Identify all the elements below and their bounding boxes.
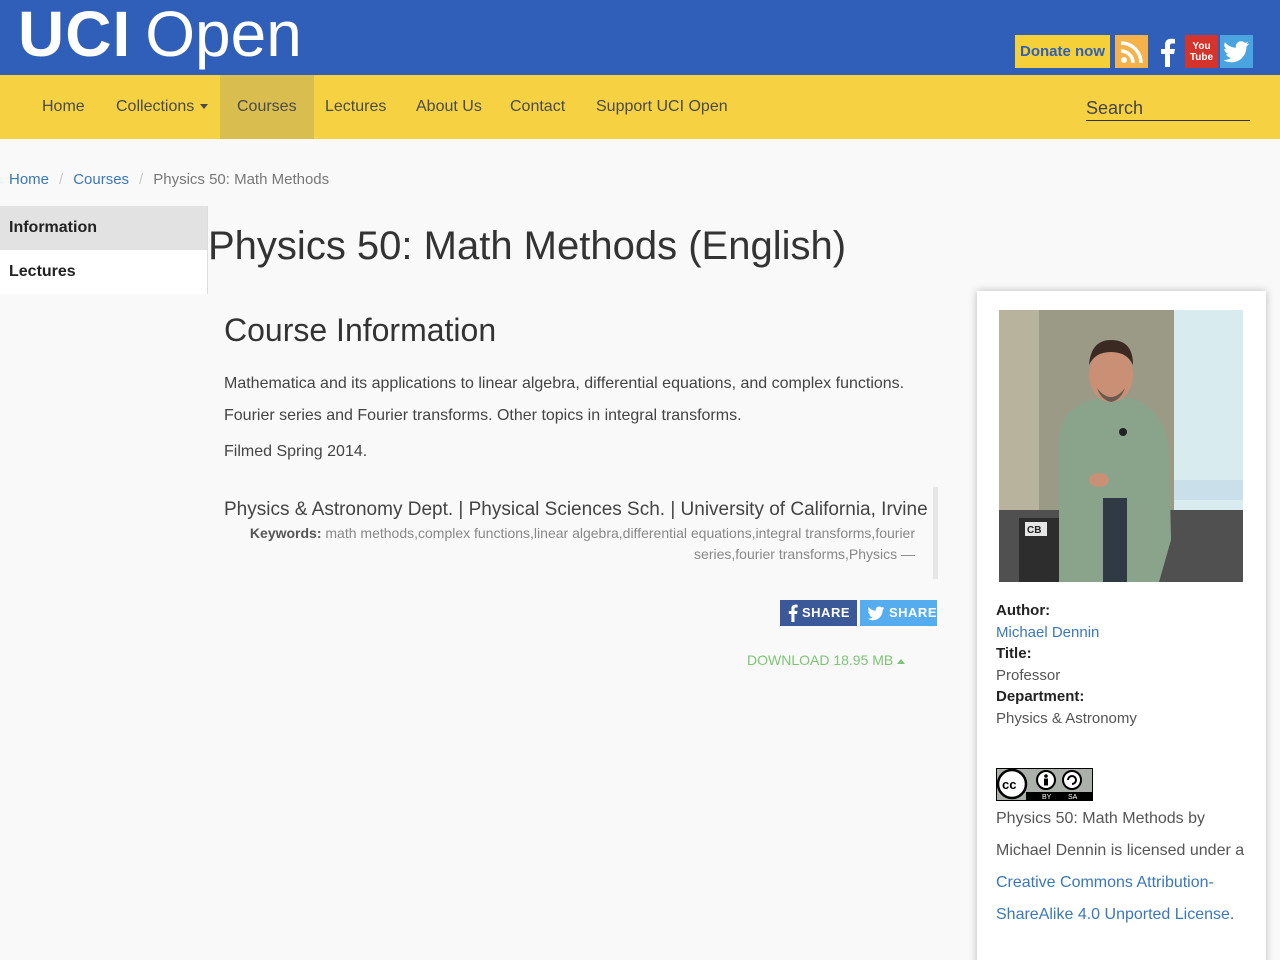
download-link[interactable]: DOWNLOAD 18.95 MB: [747, 652, 906, 668]
photo-sign-text: CB: [1027, 525, 1041, 536]
nav-home[interactable]: Home: [25, 75, 102, 139]
facebook-icon[interactable]: [1150, 35, 1183, 68]
license-text: Physics 50: Math Methods by Michael Denn…: [996, 803, 1246, 931]
nav-collections[interactable]: Collections: [99, 75, 225, 139]
twitter-share-button[interactable]: SHARE: [860, 600, 937, 626]
nav-about-us[interactable]: About Us: [399, 75, 499, 139]
download-label: DOWNLOAD 18.95 MB: [747, 652, 894, 668]
department-label: Department:: [996, 688, 1085, 705]
author-meta: Author: Michael Dennin Title: Professor …: [996, 600, 1137, 729]
side-tabs: Information Lectures: [0, 206, 208, 294]
author-title: Professor: [996, 666, 1061, 684]
facebook-share-label: SHARE: [802, 605, 851, 620]
caret-up-icon: [897, 658, 906, 664]
author-department: Physics & Astronomy: [996, 709, 1137, 727]
keywords: Keywords: math methods,complex functions…: [224, 523, 915, 565]
section-title: Course Information: [224, 312, 497, 348]
youtube-icon[interactable]: You Tube: [1185, 35, 1218, 68]
license-link[interactable]: Creative Commons Attribution-ShareAlike …: [996, 874, 1230, 923]
tab-information[interactable]: Information: [0, 206, 207, 250]
site-logo[interactable]: UCI Open: [18, 0, 302, 74]
filmed-date: Filmed Spring 2014.: [224, 443, 368, 460]
course-description: Mathematica and its applications to line…: [224, 375, 905, 424]
license-suffix: .: [1229, 906, 1235, 923]
breadcrumb-courses[interactable]: Courses: [73, 171, 129, 188]
keywords-label: Keywords:: [249, 525, 322, 541]
twitter-share-label: SHARE: [888, 605, 937, 620]
nav-collections-label: Collections: [116, 98, 195, 115]
breadcrumb: Home / Courses / Physics 50: Math Methods: [9, 171, 329, 188]
nav-lectures[interactable]: Lectures: [308, 75, 403, 139]
youtube-tube-text: Tube: [1189, 51, 1214, 63]
caret-down-icon: [200, 104, 209, 110]
title-label: Title:: [996, 645, 1032, 662]
tab-lectures[interactable]: Lectures: [0, 250, 207, 294]
cc-license-badge[interactable]: cc BY SA: [996, 768, 1093, 801]
author-label: Author:: [996, 602, 1051, 619]
nav-support[interactable]: Support UCI Open: [579, 75, 745, 139]
breadcrumb-home[interactable]: Home: [9, 171, 49, 188]
author-panel: CB Author: Michael Dennin Title: Profess…: [977, 291, 1266, 960]
breadcrumb-current: Physics 50: Math Methods: [153, 171, 330, 188]
course-meta-quote: Physics & Astronomy Dept. | Physical Sci…: [224, 487, 938, 579]
donate-button[interactable]: Donate now: [1015, 35, 1110, 68]
rss-icon[interactable]: [1115, 35, 1148, 68]
facebook-share-button[interactable]: SHARE: [780, 600, 857, 626]
site-header: UCI Open Donate now You Tube: [0, 0, 1280, 75]
twitter-icon: [868, 605, 885, 620]
svg-text:cc: cc: [1002, 777, 1016, 792]
facebook-icon: [788, 604, 798, 622]
license-prefix: Physics 50: Math Methods by Michael Denn…: [996, 810, 1245, 859]
search-input[interactable]: [1086, 96, 1250, 121]
nav-contact[interactable]: Contact: [493, 75, 582, 139]
logo-open-text: Open: [145, 0, 302, 70]
breadcrumb-separator: /: [59, 171, 64, 188]
breadcrumb-separator: /: [139, 171, 144, 188]
author-link[interactable]: Michael Dennin: [996, 624, 1099, 641]
author-photo: CB: [999, 310, 1243, 582]
logo-uci-text: UCI: [18, 0, 132, 70]
department-line: Physics & Astronomy Dept. | Physical Sci…: [224, 499, 928, 520]
page-title: Physics 50: Math Methods (English): [208, 224, 847, 268]
cc-by-text: BY: [1042, 794, 1052, 801]
nav-courses[interactable]: Courses: [220, 75, 314, 139]
youtube-you-text: You: [1192, 40, 1211, 52]
twitter-icon[interactable]: [1220, 35, 1253, 68]
keywords-value: math methods,complex functions,linear al…: [325, 525, 915, 562]
cc-sa-text: SA: [1068, 794, 1078, 801]
